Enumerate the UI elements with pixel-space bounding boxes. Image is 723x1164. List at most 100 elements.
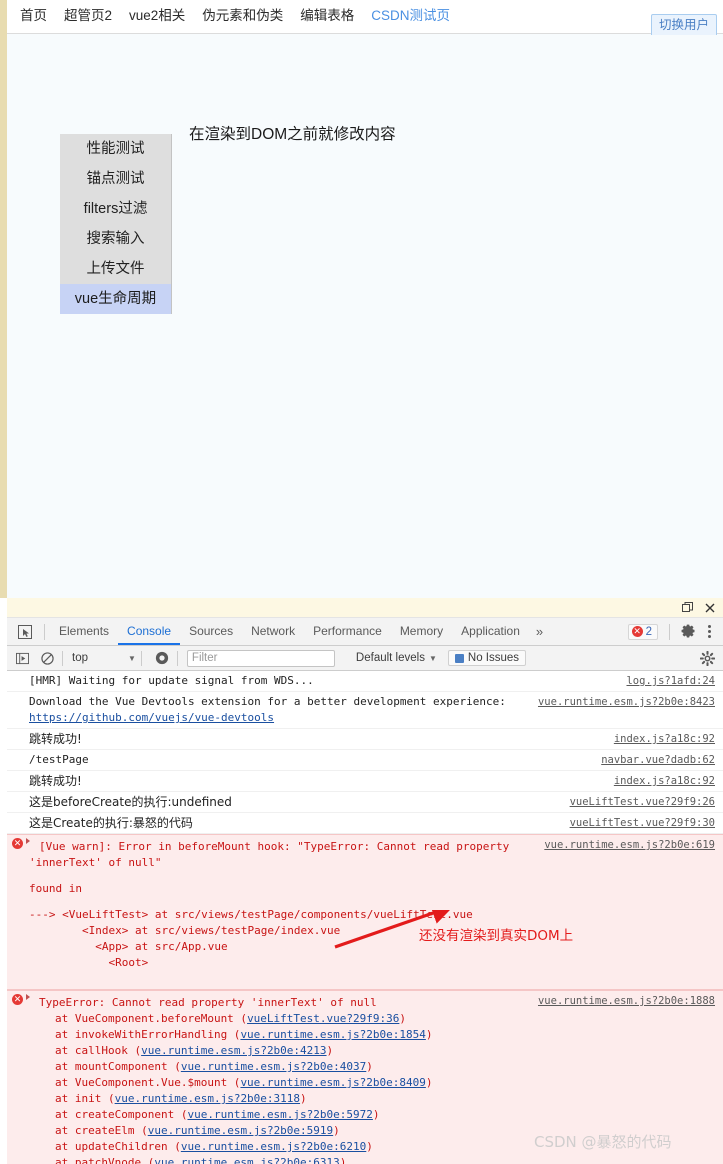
- chevron-down-icon: ▼: [128, 653, 136, 663]
- stack-link[interactable]: vue.runtime.esm.js?2b0e:5972: [187, 1108, 372, 1121]
- sidebar-toggle-icon[interactable]: [12, 649, 32, 667]
- stack-link[interactable]: vue.runtime.esm.js?2b0e:5919: [148, 1124, 333, 1137]
- stack-fn: at callHook: [55, 1044, 128, 1057]
- tab-console[interactable]: Console: [118, 618, 181, 645]
- warning-line-2: 'innerText' of null": [29, 856, 162, 869]
- nav-item-admin2[interactable]: 超管页2: [64, 7, 112, 25]
- stack-fn: at VueComponent.Vue.$mount: [55, 1076, 228, 1089]
- stack-link[interactable]: vue.runtime.esm.js?2b0e:4037: [181, 1060, 366, 1073]
- sidemenu-item-vue-lifecycle[interactable]: vue生命周期: [60, 284, 171, 314]
- devtools-titlebar: [7, 598, 723, 618]
- more-options-icon[interactable]: [702, 625, 716, 638]
- filterbar-right: [700, 650, 723, 666]
- warning-line-3: found in: [29, 882, 82, 895]
- stack-fn: at patchVnode: [55, 1156, 142, 1164]
- console-filterbar: top ▼ Default levels ▼ No Issues: [7, 646, 723, 671]
- app-root: 首页 超管页2 vue2相关 伪元素和伪类 编辑表格 CSDN测试页 切换用户 …: [0, 0, 723, 1164]
- tab-performance[interactable]: Performance: [304, 618, 391, 645]
- tab-application[interactable]: Application: [452, 618, 529, 645]
- log-source-link[interactable]: index.js?a18c:92: [614, 773, 715, 789]
- main-content: 在渲染到DOM之前就修改内容 性能测试 锚点测试 filters过滤 搜索输入 …: [7, 35, 723, 598]
- log-message: Download the Vue Devtools extension for …: [29, 695, 506, 708]
- nav-item-home[interactable]: 首页: [20, 7, 47, 25]
- tab-sources[interactable]: Sources: [180, 618, 242, 645]
- sidemenu-item-filters[interactable]: filters过滤: [60, 194, 171, 224]
- tabbar-divider-right: [669, 623, 670, 640]
- no-issues-label: No Issues: [467, 652, 520, 664]
- tab-elements[interactable]: Elements: [50, 618, 118, 645]
- console-settings-gear-icon[interactable]: [700, 650, 715, 666]
- log-source-link[interactable]: vueLiftTest.vue?29f9:26: [570, 794, 715, 810]
- sidemenu-item-upload[interactable]: 上传文件: [60, 254, 171, 284]
- chevron-down-icon-levels: ▼: [428, 653, 437, 663]
- page-heading: 在渲染到DOM之前就修改内容: [189, 126, 396, 143]
- stack-fn: at mountComponent: [55, 1060, 168, 1073]
- stack-link[interactable]: vue.runtime.esm.js?2b0e:1854: [240, 1028, 425, 1041]
- expand-triangle-icon[interactable]: [26, 838, 30, 844]
- log-source-link[interactable]: vue.runtime.esm.js?2b0e:619: [544, 837, 715, 853]
- sidemenu-item-search-input[interactable]: 搜索输入: [60, 224, 171, 254]
- log-row: 这是beforeCreate的执行:undefined vueLiftTest.…: [7, 792, 723, 813]
- log-levels-label: Default levels: [355, 652, 425, 664]
- log-source-link[interactable]: navbar.vue?dadb:62: [601, 752, 715, 768]
- error-count-value: 2: [645, 625, 652, 638]
- filterbar-divider-1: [62, 650, 63, 666]
- dock-window-icon[interactable]: [681, 601, 694, 614]
- switch-user-button[interactable]: 切换用户: [650, 14, 717, 37]
- stack-link[interactable]: vueLiftTest.vue?29f9:36: [247, 1012, 399, 1025]
- stack-link[interactable]: vue.runtime.esm.js?2b0e:8409: [240, 1076, 425, 1089]
- more-tabs-icon[interactable]: »: [529, 624, 550, 639]
- nav-item-pseudo[interactable]: 伪元素和伪类: [202, 7, 283, 25]
- tabbar-right-controls: ✕ 2: [627, 623, 723, 640]
- expand-triangle-icon[interactable]: [26, 994, 30, 1000]
- stack-link[interactable]: vue.runtime.esm.js?2b0e:6210: [181, 1140, 366, 1153]
- no-issues-button[interactable]: No Issues: [447, 650, 527, 666]
- stack-link[interactable]: vue.runtime.esm.js?2b0e:4213: [141, 1044, 326, 1057]
- console-filter-input[interactable]: [186, 649, 335, 667]
- log-row: Download the Vue Devtools extension for …: [7, 692, 723, 729]
- log-source-link[interactable]: index.js?a18c:92: [614, 731, 715, 747]
- stack-line: at invokeWithErrorHandling (vue.runtime.…: [55, 1028, 433, 1041]
- log-message: /testPage: [29, 753, 89, 766]
- inspect-element-icon[interactable]: [13, 622, 37, 642]
- error-count-badge[interactable]: ✕ 2: [627, 623, 658, 640]
- log-row: 跳转成功! index.js?a18c:92: [7, 729, 723, 750]
- vue-devtools-link[interactable]: https://github.com/vuejs/vue-devtools: [29, 711, 274, 724]
- tab-network[interactable]: Network: [242, 618, 304, 645]
- log-row: [HMR] Waiting for update signal from WDS…: [7, 671, 723, 692]
- devtools-tabbar: Elements Console Sources Network Perform…: [7, 618, 723, 646]
- log-source-link[interactable]: vue.runtime.esm.js?2b0e:8423: [538, 694, 715, 710]
- stack-line: at VueComponent.Vue.$mount (vue.runtime.…: [55, 1076, 433, 1089]
- log-levels-select[interactable]: Default levels ▼: [356, 652, 437, 664]
- log-source-link[interactable]: log.js?1afd:24: [626, 673, 715, 689]
- tab-memory[interactable]: Memory: [391, 618, 452, 645]
- stack-fn: at invokeWithErrorHandling: [55, 1028, 228, 1041]
- sidemenu-item-anchor[interactable]: 锚点测试: [60, 164, 171, 194]
- execution-context-select[interactable]: top ▼: [68, 652, 136, 664]
- gear-icon[interactable]: [681, 624, 696, 639]
- stack-link[interactable]: vue.runtime.esm.js?2b0e:6313: [154, 1156, 339, 1164]
- clear-console-icon[interactable]: [37, 649, 57, 667]
- log-source-link[interactable]: vue.runtime.esm.js?2b0e:1888: [538, 993, 715, 1009]
- csdn-watermark: CSDN @暴怒的代码: [534, 1133, 672, 1151]
- stack-fn: at init: [55, 1092, 102, 1105]
- nav-item-csdn-test[interactable]: CSDN测试页: [371, 7, 450, 25]
- sidemenu-item-performance[interactable]: 性能测试: [60, 134, 171, 164]
- live-expression-icon[interactable]: [152, 649, 172, 667]
- filterbar-divider-2: [140, 650, 142, 666]
- nav-item-edit-table[interactable]: 编辑表格: [300, 7, 354, 25]
- annotation-text: 还没有渲染到真实DOM上: [419, 928, 574, 944]
- stack-line: at init (vue.runtime.esm.js?2b0e:3118): [55, 1092, 307, 1105]
- log-source-link[interactable]: vueLiftTest.vue?29f9:30: [570, 815, 715, 831]
- top-navbar-items: 首页 超管页2 vue2相关 伪元素和伪类 编辑表格 CSDN测试页: [20, 7, 450, 25]
- stack-line: at callHook (vue.runtime.esm.js?2b0e:421…: [55, 1044, 334, 1057]
- log-message: 跳转成功!: [29, 732, 82, 746]
- close-icon[interactable]: [703, 601, 716, 614]
- error-icon: ✕: [631, 626, 643, 637]
- log-message: 这是beforeCreate的执行:undefined: [29, 795, 232, 809]
- stack-link[interactable]: vue.runtime.esm.js?2b0e:3118: [115, 1092, 300, 1105]
- stack-line: at mountComponent (vue.runtime.esm.js?2b…: [55, 1060, 373, 1073]
- nav-item-vue2[interactable]: vue2相关: [129, 7, 185, 25]
- stack-line: at patchVnode (vue.runtime.esm.js?2b0e:6…: [29, 1155, 723, 1164]
- stack-fn: at updateChildren: [55, 1140, 168, 1153]
